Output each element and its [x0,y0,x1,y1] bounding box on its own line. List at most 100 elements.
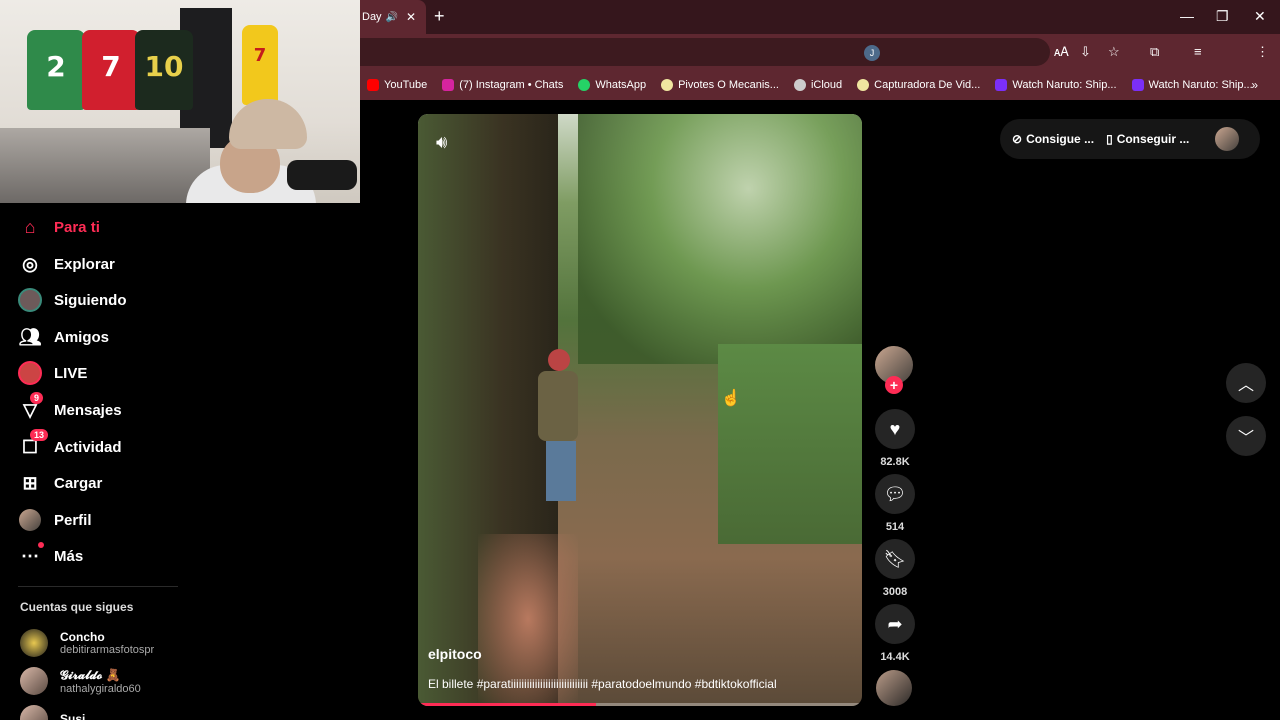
extensions-icon[interactable]: ⧉ [1150,44,1159,60]
browser-tab-active[interactable]: Day 🔊 ✕ [360,0,426,34]
bookmark-pivotes[interactable]: Pivotes O Mecanis... [661,79,779,91]
previous-video-button[interactable]: ︿ [1226,363,1266,403]
like-action[interactable]: ♥ 82.8K [875,409,915,468]
comment-icon[interactable]: 💬︎ [875,474,915,514]
nav-explorar[interactable]: ◎ Explorar [18,252,115,276]
browser-toolbar: 🗚 ⇩ ☆ ⧉ ≡ ⋮ [360,34,1280,70]
nav-actividad[interactable]: ☐ 13 Actividad [18,429,122,459]
nav-cargar[interactable]: ⊞ Cargar [18,471,102,495]
nav-label: Explorar [54,255,115,273]
new-tab-button[interactable]: + [434,6,445,27]
save-count: 3008 [882,586,908,598]
webcam-overlay: 2 7 10 7 [0,0,360,203]
media-icon[interactable]: ≡ [1194,44,1202,59]
notification-dot [38,542,44,548]
compass-icon: ◎ [22,253,38,274]
volume-icon[interactable]: 🔊︎ [436,132,447,153]
translate-icon[interactable]: 🗚 [1054,44,1069,60]
bookmark-label: (7) Instagram • Chats [459,79,564,91]
nav-label: LIVE [54,364,88,382]
bookmark-capturadora[interactable]: Capturadora De Vid... [857,79,980,91]
get-app-button[interactable]: ▯ Conseguir ... [1106,132,1189,146]
user-avatar[interactable] [1215,127,1240,151]
instagram-icon [442,79,455,91]
bookmark-label: iCloud [810,79,843,91]
bookmark-youtube[interactable]: YouTube [367,79,427,91]
bookmark-label: Watch Naruto: Ship... [1148,79,1253,91]
follow-button[interactable]: + [885,376,903,394]
nav-amigos[interactable]: 👥︎ Amigos [18,325,109,349]
account-username: debitirarmasfotospr [60,644,155,656]
bookmark-naruto-1[interactable]: Watch Naruto: Ship... [995,79,1117,91]
nav-live[interactable]: LIVE [18,361,87,385]
share-action[interactable]: ➦ 14.4K [875,604,915,663]
get-coins-button[interactable]: ⊘ Consigue ... [1012,132,1094,146]
activity-icon: ☐ 13 [18,429,49,459]
nav-label: Cargar [54,474,103,492]
nav-mensajes[interactable]: ▽ 9 Mensajes [18,392,122,422]
video-player[interactable]: 🔊︎ elpitoco El billete #paratiiiiiiiiiii… [418,114,862,706]
nav-label: Amigos [54,328,110,346]
folder-icon [661,79,674,91]
webcam-bed [0,128,210,203]
bookmark-icloud[interactable]: iCloud [793,79,843,91]
nav-label: Para ti [54,218,100,236]
bookmarks-more-icon[interactable]: » [1251,78,1258,92]
nav-label: Más [54,547,84,565]
coin-icon: ⊘ [1012,132,1023,146]
nav-para-ti[interactable]: ⌂ Para ti [18,215,100,239]
avatar [20,705,48,720]
jersey-red: 7 [82,30,140,110]
apple-icon [793,79,806,91]
install-app-icon[interactable]: ⇩ [1080,44,1091,60]
window-close-button[interactable]: ✕ [1254,8,1266,25]
following-title: Cuentas que sigues [20,600,134,614]
video-author[interactable]: elpitoco [428,646,482,662]
save-action[interactable]: 🔖︎ 3008 [875,539,915,598]
chevron-down-icon: ﹀ [1237,430,1254,447]
speaker-icon[interactable]: 🔊 [386,12,398,23]
video-progress-bar[interactable] [418,703,862,706]
close-icon[interactable]: ✕ [406,10,416,24]
account-name: Concho [60,630,105,644]
comment-action[interactable]: 💬︎ 514 [875,474,915,533]
nav-siguiendo[interactable]: Siguiendo [18,288,127,312]
menu-icon[interactable]: ⋮ [1256,44,1269,60]
music-disc-avatar[interactable] [876,670,912,706]
live-icon [18,361,42,385]
followed-account[interactable]: Concho debitirarmasfotospr [20,629,154,657]
bookmark-label: Capturadora De Vid... [874,79,981,91]
comment-count: 514 [885,521,905,533]
whatsapp-icon [578,79,591,91]
messages-icon: ▽ 9 [18,392,44,422]
profile-avatar [18,508,42,532]
star-icon[interactable]: ☆ [1108,44,1120,60]
next-video-button[interactable]: ﹀ [1226,416,1266,456]
nav-mas[interactable]: ⋯ Más [18,542,84,568]
profile-avatar-button[interactable]: J [864,45,880,61]
avatar [20,629,48,657]
bookmark-instagram[interactable]: (7) Instagram • Chats [442,79,563,91]
nav-perfil[interactable]: Perfil [18,508,92,532]
folder-icon [857,79,870,91]
followed-account[interactable]: Susi [20,705,85,720]
followed-account[interactable]: 𝓖𝓲𝓻𝓪𝓵𝓭𝓸 🧸 nathalygiraldo60 [20,667,141,695]
activity-badge: 13 [30,429,49,441]
account-name: 𝓖𝓲𝓻𝓪𝓵𝓭𝓸 🧸 [60,667,121,682]
minimize-button[interactable]: — [1180,8,1194,24]
bookmark-icon[interactable]: 🔖︎ [875,539,915,579]
share-icon[interactable]: ➦ [875,604,915,644]
bookmark-naruto-2[interactable]: Watch Naruto: Ship... [1131,79,1253,91]
messages-badge: 9 [30,392,44,404]
nav-label: Siguiendo [54,291,127,309]
account-username: nathalygiraldo60 [60,682,141,695]
sidebar: ⌂ Para ti ◎ Explorar Siguiendo 👥︎ Amigos… [0,203,200,720]
heart-icon[interactable]: ♥ [875,409,915,449]
friends-icon: 👥︎ [18,326,42,347]
avatar [20,667,48,695]
maximize-button[interactable]: ❐ [1216,8,1229,25]
nav-label: Perfil [54,511,92,529]
bookmark-whatsapp[interactable]: WhatsApp [578,79,646,91]
address-bar[interactable] [360,38,1050,66]
jersey-green: 2 [27,30,85,110]
